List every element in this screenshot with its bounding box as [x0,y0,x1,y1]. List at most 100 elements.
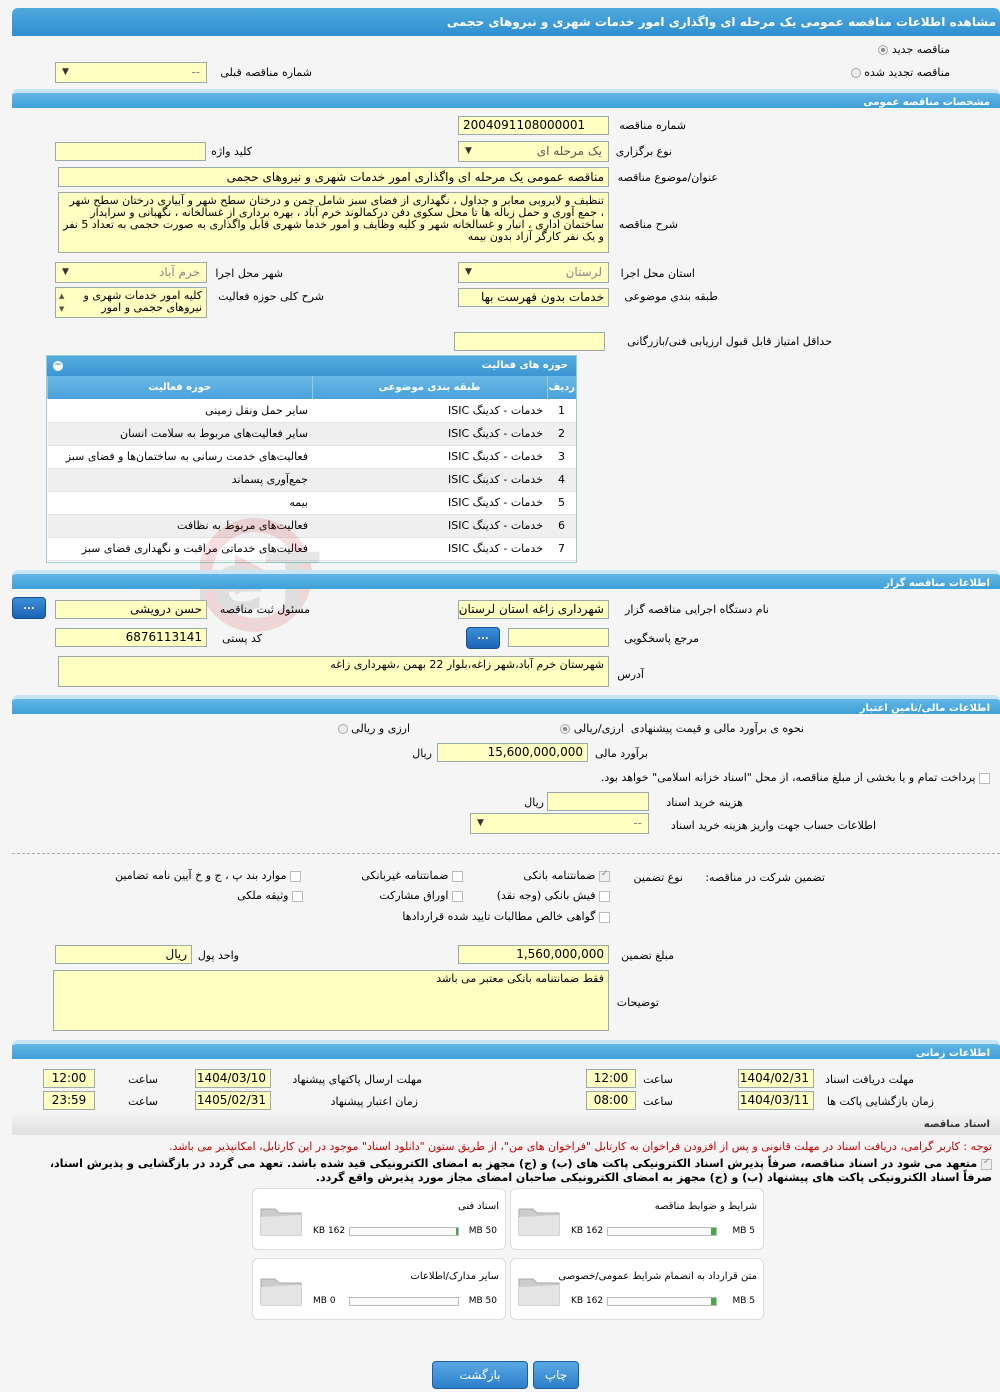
estimate-label: برآورد مالی [595,747,648,760]
bonds-checkbox[interactable] [452,890,463,902]
activities-table: ردیف طبقه بندی موضوعی حوزه فعالیت 1 خدمات… [47,376,576,561]
keyword-label: کلید واژه [211,145,252,158]
commitment-line-2: صرفاً اسناد الکترونیکی پاکت های پیشنهاد … [315,1171,992,1184]
table-row: 4 خدمات - کدینگ ISIC جمع‌آوری پسماند [47,468,576,492]
documents-header-wrap: اسناد مناقصه [12,1114,1000,1135]
open-time: 08:00 [586,1091,636,1110]
nonbank-guarantee-checkbox[interactable] [452,870,463,882]
document-size: 0 MB [313,1296,336,1306]
city-label: شهر محل اجرا [215,267,283,280]
currency-and-rial-option[interactable]: ارزی و ریالی [337,722,410,735]
open-date: 1404/03/11 [738,1091,814,1110]
doc-receive-time-label: ساعت [643,1073,673,1086]
print-button[interactable]: چاپ [533,1361,579,1389]
row-category: خدمات - کدینگ ISIC [312,468,547,492]
bank-guarantee-checkbox[interactable] [599,869,610,882]
city-value: خرم آباد [159,265,200,279]
city-select[interactable]: خرم آباد ▼ [55,262,207,283]
row-activity: سایر حمل ونقل زمینی [47,399,312,423]
type-label: نوع برگزاری [615,145,672,158]
row-index: 5 [547,491,576,515]
rial-currency-label: ارزی/ریالی [573,722,624,735]
bank-receipt-option[interactable]: فیش بانکی (وجه نقد) [497,889,610,902]
bylaw-option[interactable]: موارد بند پ ، ج و خ آیین نامه تضامین [115,869,301,882]
document-progress [349,1297,459,1306]
type-select[interactable]: یک مرحله ای ▼ [458,141,609,162]
doc-cost-label: هزینه خرید اسناد [666,796,743,809]
claims-cert-checkbox[interactable] [599,911,610,923]
row-index: 7 [547,537,576,561]
scroll-up-icon[interactable]: ▲ [59,290,64,302]
officer-lookup-button[interactable]: ... [12,597,46,619]
activities-panel: حوزه های فعالیت − ردیف طبقه بندی موضوعی ح… [46,355,577,563]
renewed-tender-label: مناقصه تجدید شده [864,66,950,79]
renewed-tender-option[interactable]: مناقصه تجدید شده [850,66,950,79]
back-button[interactable]: بازگشت [432,1361,528,1389]
org-field: شهرداری زاغه استان لرستان [458,600,609,619]
commitment-checkbox[interactable] [981,1157,992,1170]
org-label: نام دستگاه اجرایی مناقصه گزار [625,603,769,616]
document-card[interactable]: اسناد فنی 162 KB 50 MB [252,1188,506,1250]
organizer-section-header: اطلاعات مناقصه گزار [12,570,1000,589]
document-card[interactable]: شرایط و ضوابط مناقصه 162 KB 5 MB [510,1188,764,1250]
rial-currency-radio[interactable] [560,724,571,734]
download-notice: توجه : کاربر گرامی، دریافت اسناد در مهلت… [168,1140,992,1153]
row-index: 2 [547,422,576,446]
notes-label: توضیحات [616,996,659,1009]
activity-text: کلیه امور خدمات شهری و نیروهای حجمی و ام… [83,289,202,314]
bylaw-checkbox[interactable] [290,870,301,882]
finance-section-header: اطلاعات مالی/تامین اعتبار [12,695,1000,714]
province-select[interactable]: لرستان ▼ [458,262,609,283]
scroll-down-icon[interactable]: ▼ [59,303,64,315]
validity-label: زمان اعتبار پیشنهاد [330,1095,418,1108]
row-activity: فعالیت‌های خدماتی مراقبت و نگهداری فضای … [47,537,312,561]
document-progress-fill [455,1228,458,1235]
bonds-label: اوراق مشارکت [379,889,449,902]
province-value: لرستان [565,265,602,279]
rial-currency-option[interactable]: ارزی/ریالی [560,722,624,735]
chevron-down-icon: ▼ [62,67,69,77]
new-tender-option[interactable]: مناقصه جدید [878,43,950,56]
nonbank-guarantee-option[interactable]: ضمانتنامه غیربانکی [361,869,463,882]
chevron-down-icon: ▼ [62,267,69,277]
chevron-down-icon: ▼ [477,818,484,828]
document-name: سایر مدارک/اطلاعات [410,1271,499,1282]
prev-tender-select[interactable]: -- ▼ [55,62,207,83]
nonbank-guarantee-label: ضمانتنامه غیربانکی [361,869,449,882]
claims-cert-option[interactable]: گواهی خالص مطالبات تایید شده قراردادها [402,910,610,923]
account-select[interactable]: -- ▼ [470,813,649,834]
property-checkbox[interactable] [292,890,303,902]
timing-section-header: اطلاعات زمانی [12,1040,1000,1059]
document-card[interactable]: متن قرارداد به انضمام شرایط عمومی/خصوصی … [510,1258,764,1320]
property-option[interactable]: وثیقه ملکی [237,889,303,902]
renewed-tender-radio[interactable] [850,68,861,78]
bank-receipt-checkbox[interactable] [599,890,610,902]
activity-field: کلیه امور خدمات شهری و نیروهای حجمی و ام… [55,287,207,318]
collapse-icon[interactable]: − [53,361,63,371]
doc-cost-field [547,792,649,811]
category-label: طبقه بندی موضوعی [624,290,718,303]
officer-field: حسن درویشی [55,600,207,619]
account-value: -- [633,816,642,830]
bonds-option[interactable]: اوراق مشارکت [379,889,463,902]
document-size: 162 KB [313,1226,346,1236]
bank-guarantee-option[interactable]: ضمانتنامه بانکی [523,869,610,882]
address-label: آدرس [617,668,644,681]
table-row: 6 خدمات - کدینگ ISIC فعالیت‌های مربوط به ن… [47,514,576,538]
treasury-text: پرداخت تمام و یا بخشی از مبلغ مناقصه، از… [600,771,976,784]
currency-and-rial-label: ارزی و ریالی [351,722,410,735]
new-tender-radio[interactable] [878,45,889,55]
validity-time: 23:59 [43,1091,95,1110]
document-card[interactable]: سایر مدارک/اطلاعات 0 MB 50 MB [252,1258,506,1320]
amount-field: 1,560,000,000 [458,945,609,964]
divider [12,853,1000,854]
general-section-header: مشخصات مناقصه عمومی [12,89,1000,108]
currency-and-rial-radio[interactable] [337,724,348,734]
commitment-line-1: متعهد می شود در اسناد مناقصه، صرفاً پذیر… [50,1157,992,1170]
type-value: یک مرحله ای [536,144,602,158]
ref-lookup-button[interactable]: ... [466,627,500,649]
treasury-option[interactable]: پرداخت تمام و یا بخشی از مبلغ مناقصه، از… [601,771,990,784]
treasury-checkbox[interactable] [979,772,990,784]
document-max: 5 MB [732,1296,755,1306]
table-row: 3 خدمات - کدینگ ISIC فعالیت‌های خدمت رسانی… [47,445,576,469]
